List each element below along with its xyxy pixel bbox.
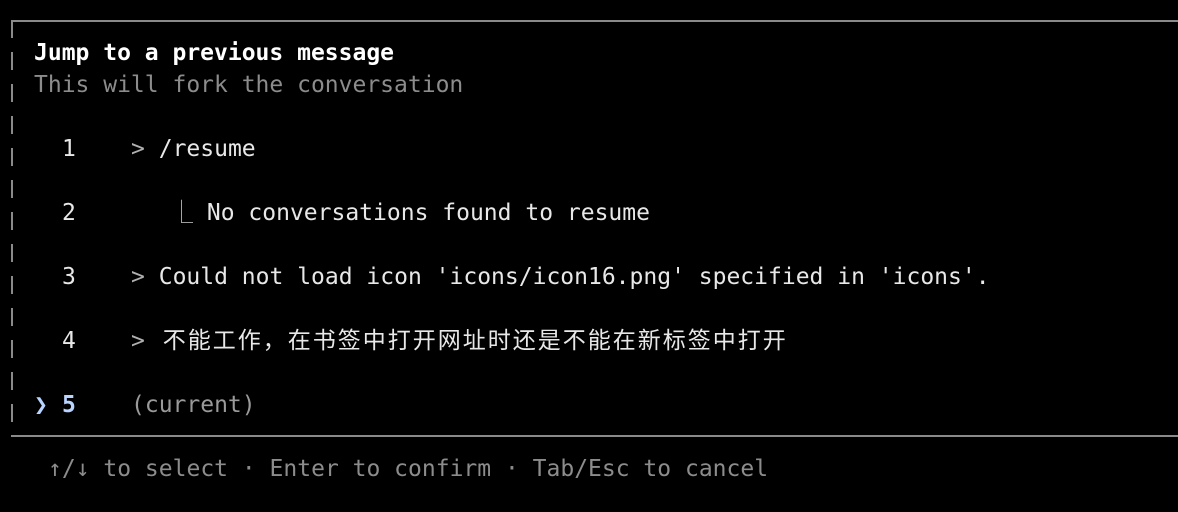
- message-text: > /resume: [131, 134, 256, 164]
- keyboard-hint: ↑/↓ to select · Enter to confirm · Tab/E…: [48, 456, 769, 482]
- message-content: No conversations found to resume: [206, 200, 650, 226]
- dialog-title: Jump to a previous message: [34, 40, 395, 66]
- prompt-chevron-icon: >: [131, 136, 145, 162]
- selection-pointer-icon: ❯: [34, 392, 48, 418]
- message-text: ⎿ No conversations found to resume: [170, 198, 650, 228]
- message-text: > 不能工作，在书签中打开网址时还是不能在新标签中打开: [131, 326, 788, 356]
- prompt-chevron-icon: >: [131, 328, 147, 354]
- message-content: /resume: [158, 136, 256, 162]
- reply-branch-icon: ⎿: [170, 200, 193, 226]
- message-content: Could not load icon 'icons/icon16.png' s…: [158, 264, 990, 290]
- message-number: 3: [62, 264, 76, 290]
- message-number: 5: [62, 392, 76, 418]
- message-number: 2: [62, 200, 76, 226]
- dialog-left-border: [11, 20, 13, 437]
- message-number: 1: [62, 136, 76, 162]
- message-content: 不能工作，在书签中打开网址时还是不能在新标签中打开: [162, 328, 788, 354]
- message-text: > Could not load icon 'icons/icon16.png'…: [131, 262, 990, 292]
- current-label: (current): [131, 392, 256, 418]
- dialog-subtitle: This will fork the conversation: [34, 72, 464, 98]
- message-number: 4: [62, 328, 76, 354]
- prompt-chevron-icon: >: [131, 264, 145, 290]
